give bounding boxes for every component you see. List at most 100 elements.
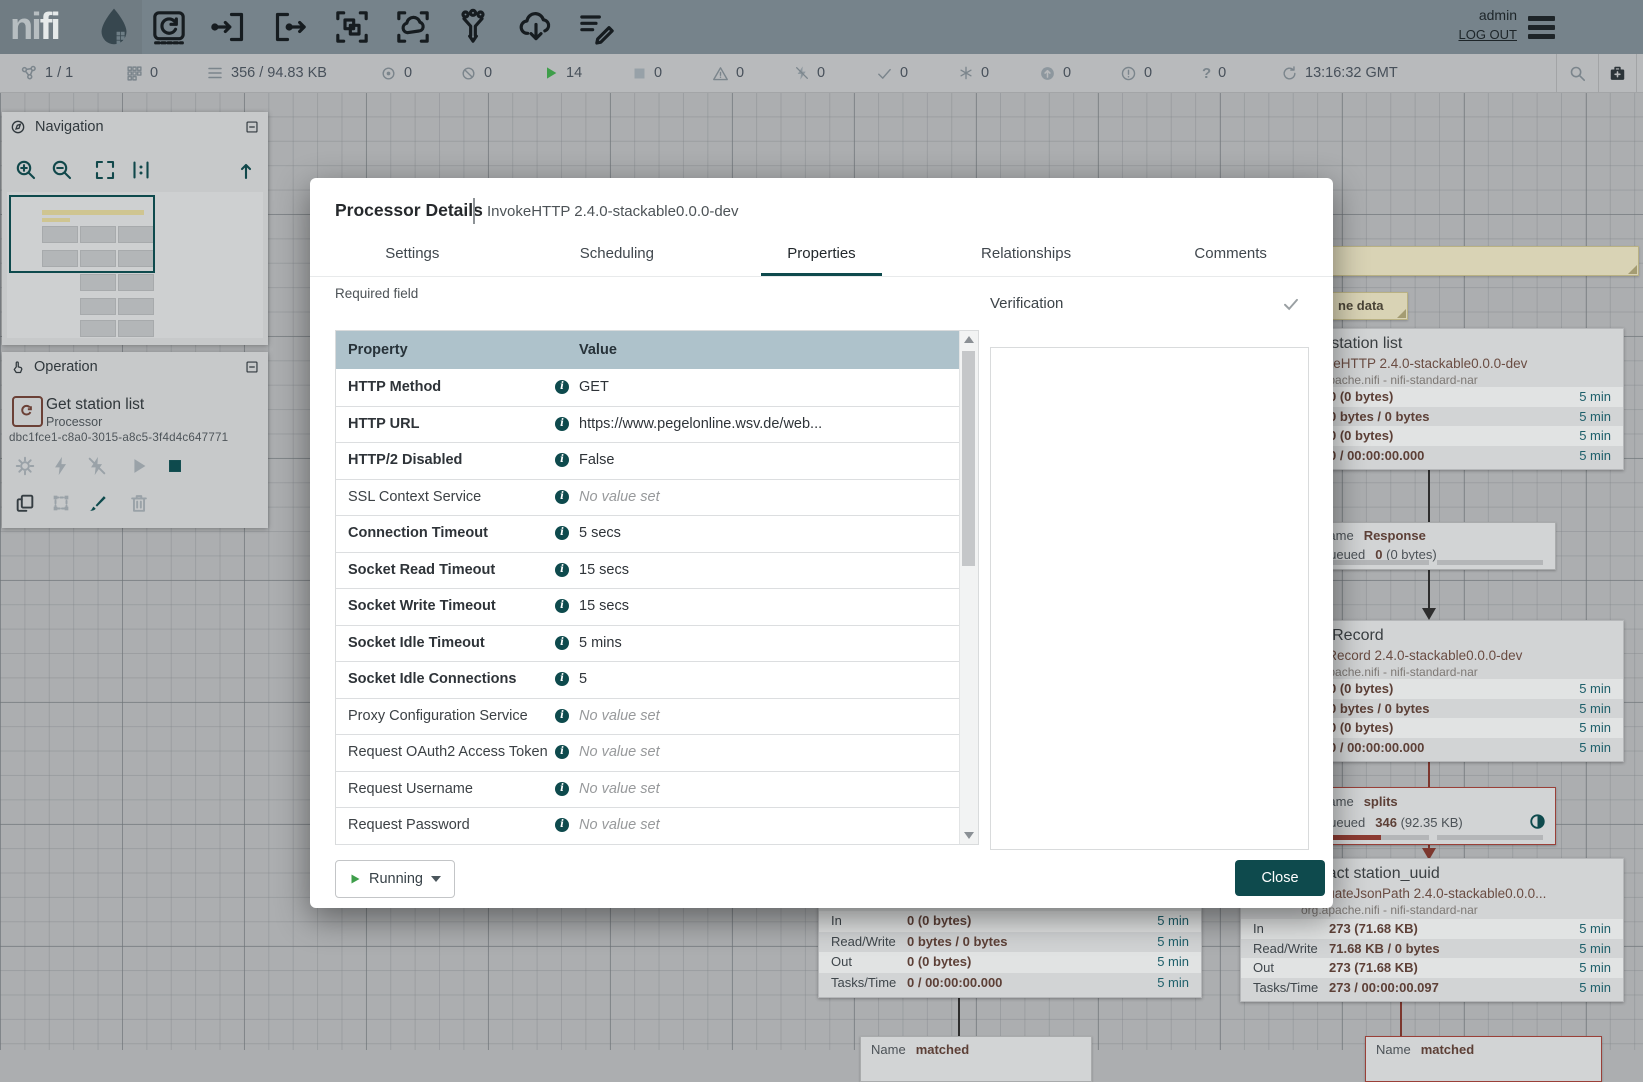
connection-queued-count: 346 bbox=[1375, 815, 1397, 830]
stat-label: In bbox=[1253, 919, 1264, 939]
drag-input-port-icon[interactable] bbox=[207, 5, 251, 49]
minimap[interactable] bbox=[7, 192, 263, 338]
current-user: admin bbox=[1458, 7, 1517, 23]
zoom-fit-button[interactable] bbox=[93, 158, 117, 182]
table-row[interactable]: Socket Idle Connectionsi5 bbox=[336, 661, 960, 699]
processor-type: InvokeHTTP 2.4.0-stackable0.0.0-dev bbox=[1301, 356, 1527, 371]
drag-template-cloud-icon[interactable] bbox=[514, 5, 558, 49]
scroll-thumb[interactable] bbox=[962, 351, 975, 566]
tab-comments[interactable]: Comments bbox=[1128, 234, 1333, 276]
search-icon[interactable] bbox=[1568, 54, 1587, 92]
stat-window: 5 min bbox=[1579, 939, 1611, 959]
first-aid-kit-icon[interactable] bbox=[1608, 54, 1627, 92]
drag-processor-icon[interactable] bbox=[147, 5, 191, 49]
run-status-dropdown[interactable]: Running bbox=[335, 860, 455, 898]
start-play-icon[interactable] bbox=[128, 455, 152, 479]
table-row[interactable]: Socket Write Timeouti15 secs bbox=[336, 588, 960, 626]
zoom-in-button[interactable] bbox=[14, 158, 38, 182]
scroll-up-arrow[interactable] bbox=[964, 336, 974, 343]
drag-remote-process-group-icon[interactable] bbox=[391, 5, 435, 49]
collapse-icon[interactable] bbox=[245, 360, 259, 374]
tab-relationships[interactable]: Relationships bbox=[924, 234, 1129, 276]
close-button[interactable]: Close bbox=[1235, 860, 1325, 896]
copy-icon[interactable] bbox=[14, 492, 38, 516]
connection-splits[interactable]: Namesplits Queued346 (92.35 KB) bbox=[1308, 787, 1556, 845]
drag-output-port-icon[interactable] bbox=[268, 5, 312, 49]
active-threads-indicator: 0 bbox=[126, 54, 158, 92]
collapse-icon[interactable] bbox=[245, 120, 259, 134]
global-menu-icon[interactable] bbox=[1528, 12, 1555, 43]
stat-label: Read/Write bbox=[831, 932, 896, 953]
label-resize-handle[interactable] bbox=[1397, 309, 1406, 318]
processor-details-dialog: Processor Details InvokeHTTP 2.4.0-stack… bbox=[310, 178, 1333, 908]
tab-settings[interactable]: Settings bbox=[310, 234, 515, 276]
operation-panel: Operation Get station list Processor dbc… bbox=[2, 352, 268, 528]
color-brush-icon[interactable] bbox=[86, 492, 110, 516]
verification-check-icon[interactable] bbox=[1282, 295, 1300, 313]
selected-component-type: Processor bbox=[46, 415, 102, 429]
configure-gear-icon[interactable] bbox=[14, 455, 38, 479]
table-row[interactable]: Request UsernameiNo value set bbox=[336, 771, 960, 809]
table-row[interactable]: HTTP MethodiGET bbox=[336, 369, 960, 407]
group-selection-icon[interactable] bbox=[50, 492, 74, 516]
logout-link[interactable]: LOG OUT bbox=[1458, 27, 1517, 42]
stat-label: Out bbox=[1253, 958, 1274, 978]
connection-matched[interactable]: Namematched bbox=[860, 1036, 1092, 1082]
stat-value: 0 (0 bytes) bbox=[907, 952, 971, 973]
label-text: ne data bbox=[1338, 298, 1384, 313]
hand-pointer-icon bbox=[10, 360, 25, 375]
app-header: nifi admin LOG OUT bbox=[0, 0, 1643, 54]
minimap-viewport[interactable] bbox=[9, 195, 155, 273]
table-row[interactable]: HTTP/2 DisablediFalse bbox=[336, 442, 960, 480]
table-row[interactable]: Proxy Configuration ServiceiNo value set bbox=[336, 698, 960, 736]
stat-window: 5 min bbox=[1579, 718, 1611, 738]
queued-flowfiles-indicator: 356 / 94.83 KB bbox=[206, 54, 327, 92]
queue-bar bbox=[1319, 560, 1429, 565]
navigation-panel: Navigation bbox=[2, 112, 268, 345]
delete-trash-icon[interactable] bbox=[128, 492, 152, 516]
disable-bolt-slash-icon[interactable] bbox=[86, 455, 110, 479]
tab-scheduling[interactable]: Scheduling bbox=[515, 234, 720, 276]
stat-value: 273 / 00:00:00.097 bbox=[1329, 978, 1439, 998]
not-transmitting-indicator: 0 bbox=[460, 54, 492, 92]
processor-badge-icon bbox=[12, 396, 43, 427]
connection-response[interactable]: NameResponse Queued0 (0 bytes) bbox=[1308, 522, 1556, 570]
connection-line bbox=[1428, 760, 1430, 787]
table-row[interactable]: SSL Context ServiceiNo value set bbox=[336, 479, 960, 517]
stop-square-icon[interactable] bbox=[164, 455, 188, 479]
zoom-out-button[interactable] bbox=[50, 158, 74, 182]
info-icon: i bbox=[555, 636, 569, 650]
connection-matched-red[interactable]: Namematched bbox=[1365, 1036, 1602, 1082]
table-row[interactable]: Socket Read Timeouti15 secs bbox=[336, 552, 960, 590]
stat-window: 5 min bbox=[1157, 952, 1189, 973]
table-scrollbar[interactable] bbox=[959, 331, 978, 844]
drag-funnel-icon[interactable] bbox=[451, 5, 495, 49]
zoom-actual-button[interactable] bbox=[129, 158, 153, 182]
stat-label: In bbox=[831, 911, 842, 932]
enable-bolt-icon[interactable] bbox=[50, 455, 74, 479]
stat-value: 71.68 KB / 0 bytes bbox=[1329, 939, 1440, 959]
table-row[interactable]: Connection Timeouti5 secs bbox=[336, 515, 960, 553]
panel-title: Operation bbox=[34, 359, 98, 375]
queue-bar bbox=[1319, 835, 1429, 840]
table-row[interactable]: Request PasswordiNo value set bbox=[336, 807, 960, 845]
label-resize-handle[interactable] bbox=[1628, 265, 1637, 274]
stopped-indicator: 0 bbox=[632, 54, 662, 92]
column-property: Property bbox=[348, 331, 408, 369]
stat-window: 5 min bbox=[1157, 911, 1189, 932]
refresh-indicator[interactable]: 13:16:32 GMT bbox=[1281, 54, 1398, 92]
tab-properties[interactable]: Properties bbox=[719, 234, 924, 276]
info-icon: i bbox=[555, 745, 569, 759]
stat-value: 0 (0 bytes) bbox=[1329, 679, 1393, 699]
stat-value: 0 bytes / 0 bytes bbox=[1329, 699, 1429, 719]
scroll-down-arrow[interactable] bbox=[964, 832, 974, 839]
table-row[interactable]: HTTP URLihttps://www.pegelonline.wsv.de/… bbox=[336, 406, 960, 444]
go-to-parent-icon[interactable] bbox=[234, 158, 258, 182]
drag-process-group-icon[interactable] bbox=[330, 5, 374, 49]
table-row[interactable]: Request OAuth2 Access Token Prov...iNo v… bbox=[336, 734, 960, 772]
stat-window: 5 min bbox=[1579, 679, 1611, 699]
table-row[interactable]: Socket Idle Timeouti5 mins bbox=[336, 625, 960, 663]
stat-value: 0 / 00:00:00.000 bbox=[1329, 738, 1424, 758]
info-icon: i bbox=[555, 818, 569, 832]
drag-label-icon[interactable] bbox=[574, 5, 618, 49]
